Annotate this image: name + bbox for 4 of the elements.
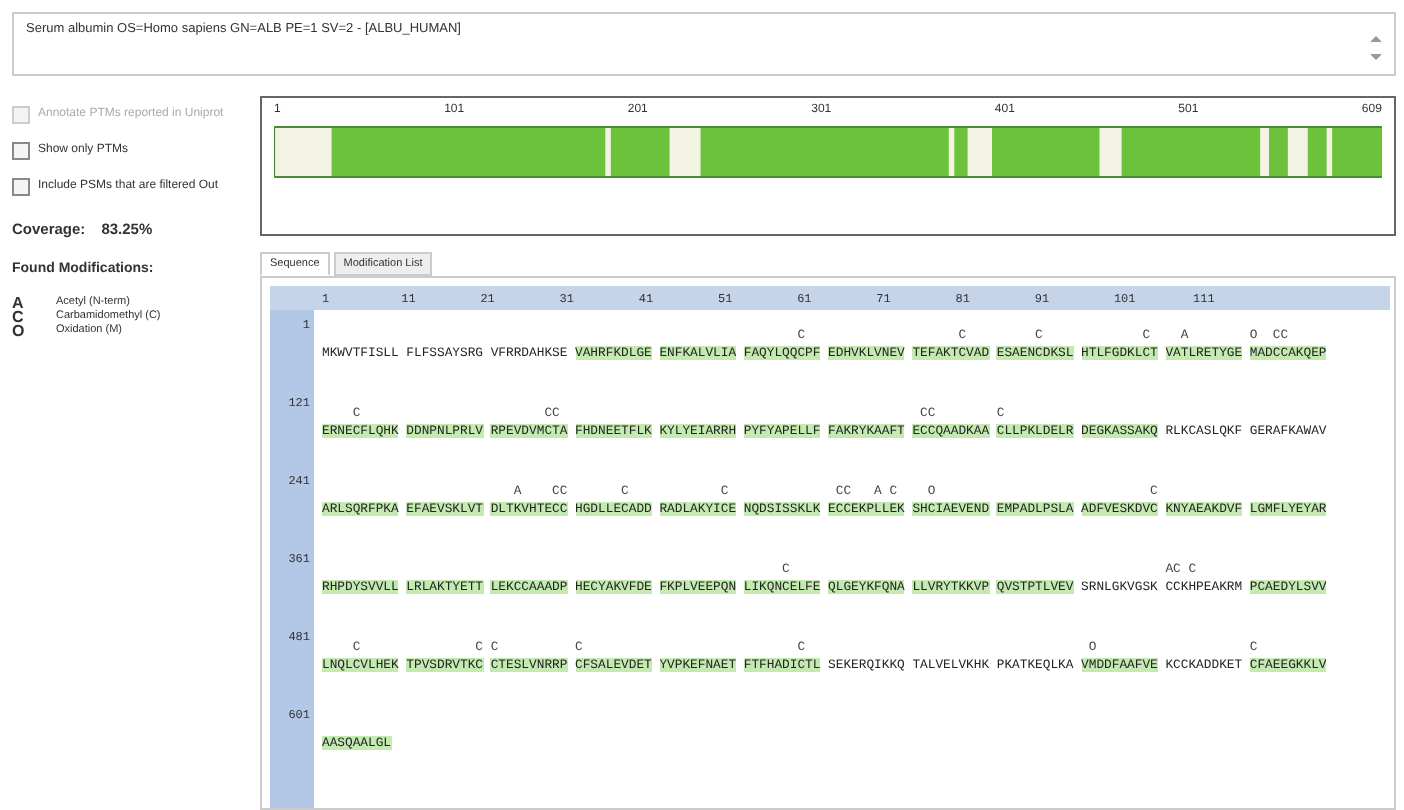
modification-symbol: O <box>12 324 27 338</box>
modification-symbol: C <box>12 310 26 324</box>
scroll-arrows-icon[interactable] <box>1370 34 1382 62</box>
modification-symbol: A <box>12 296 26 310</box>
